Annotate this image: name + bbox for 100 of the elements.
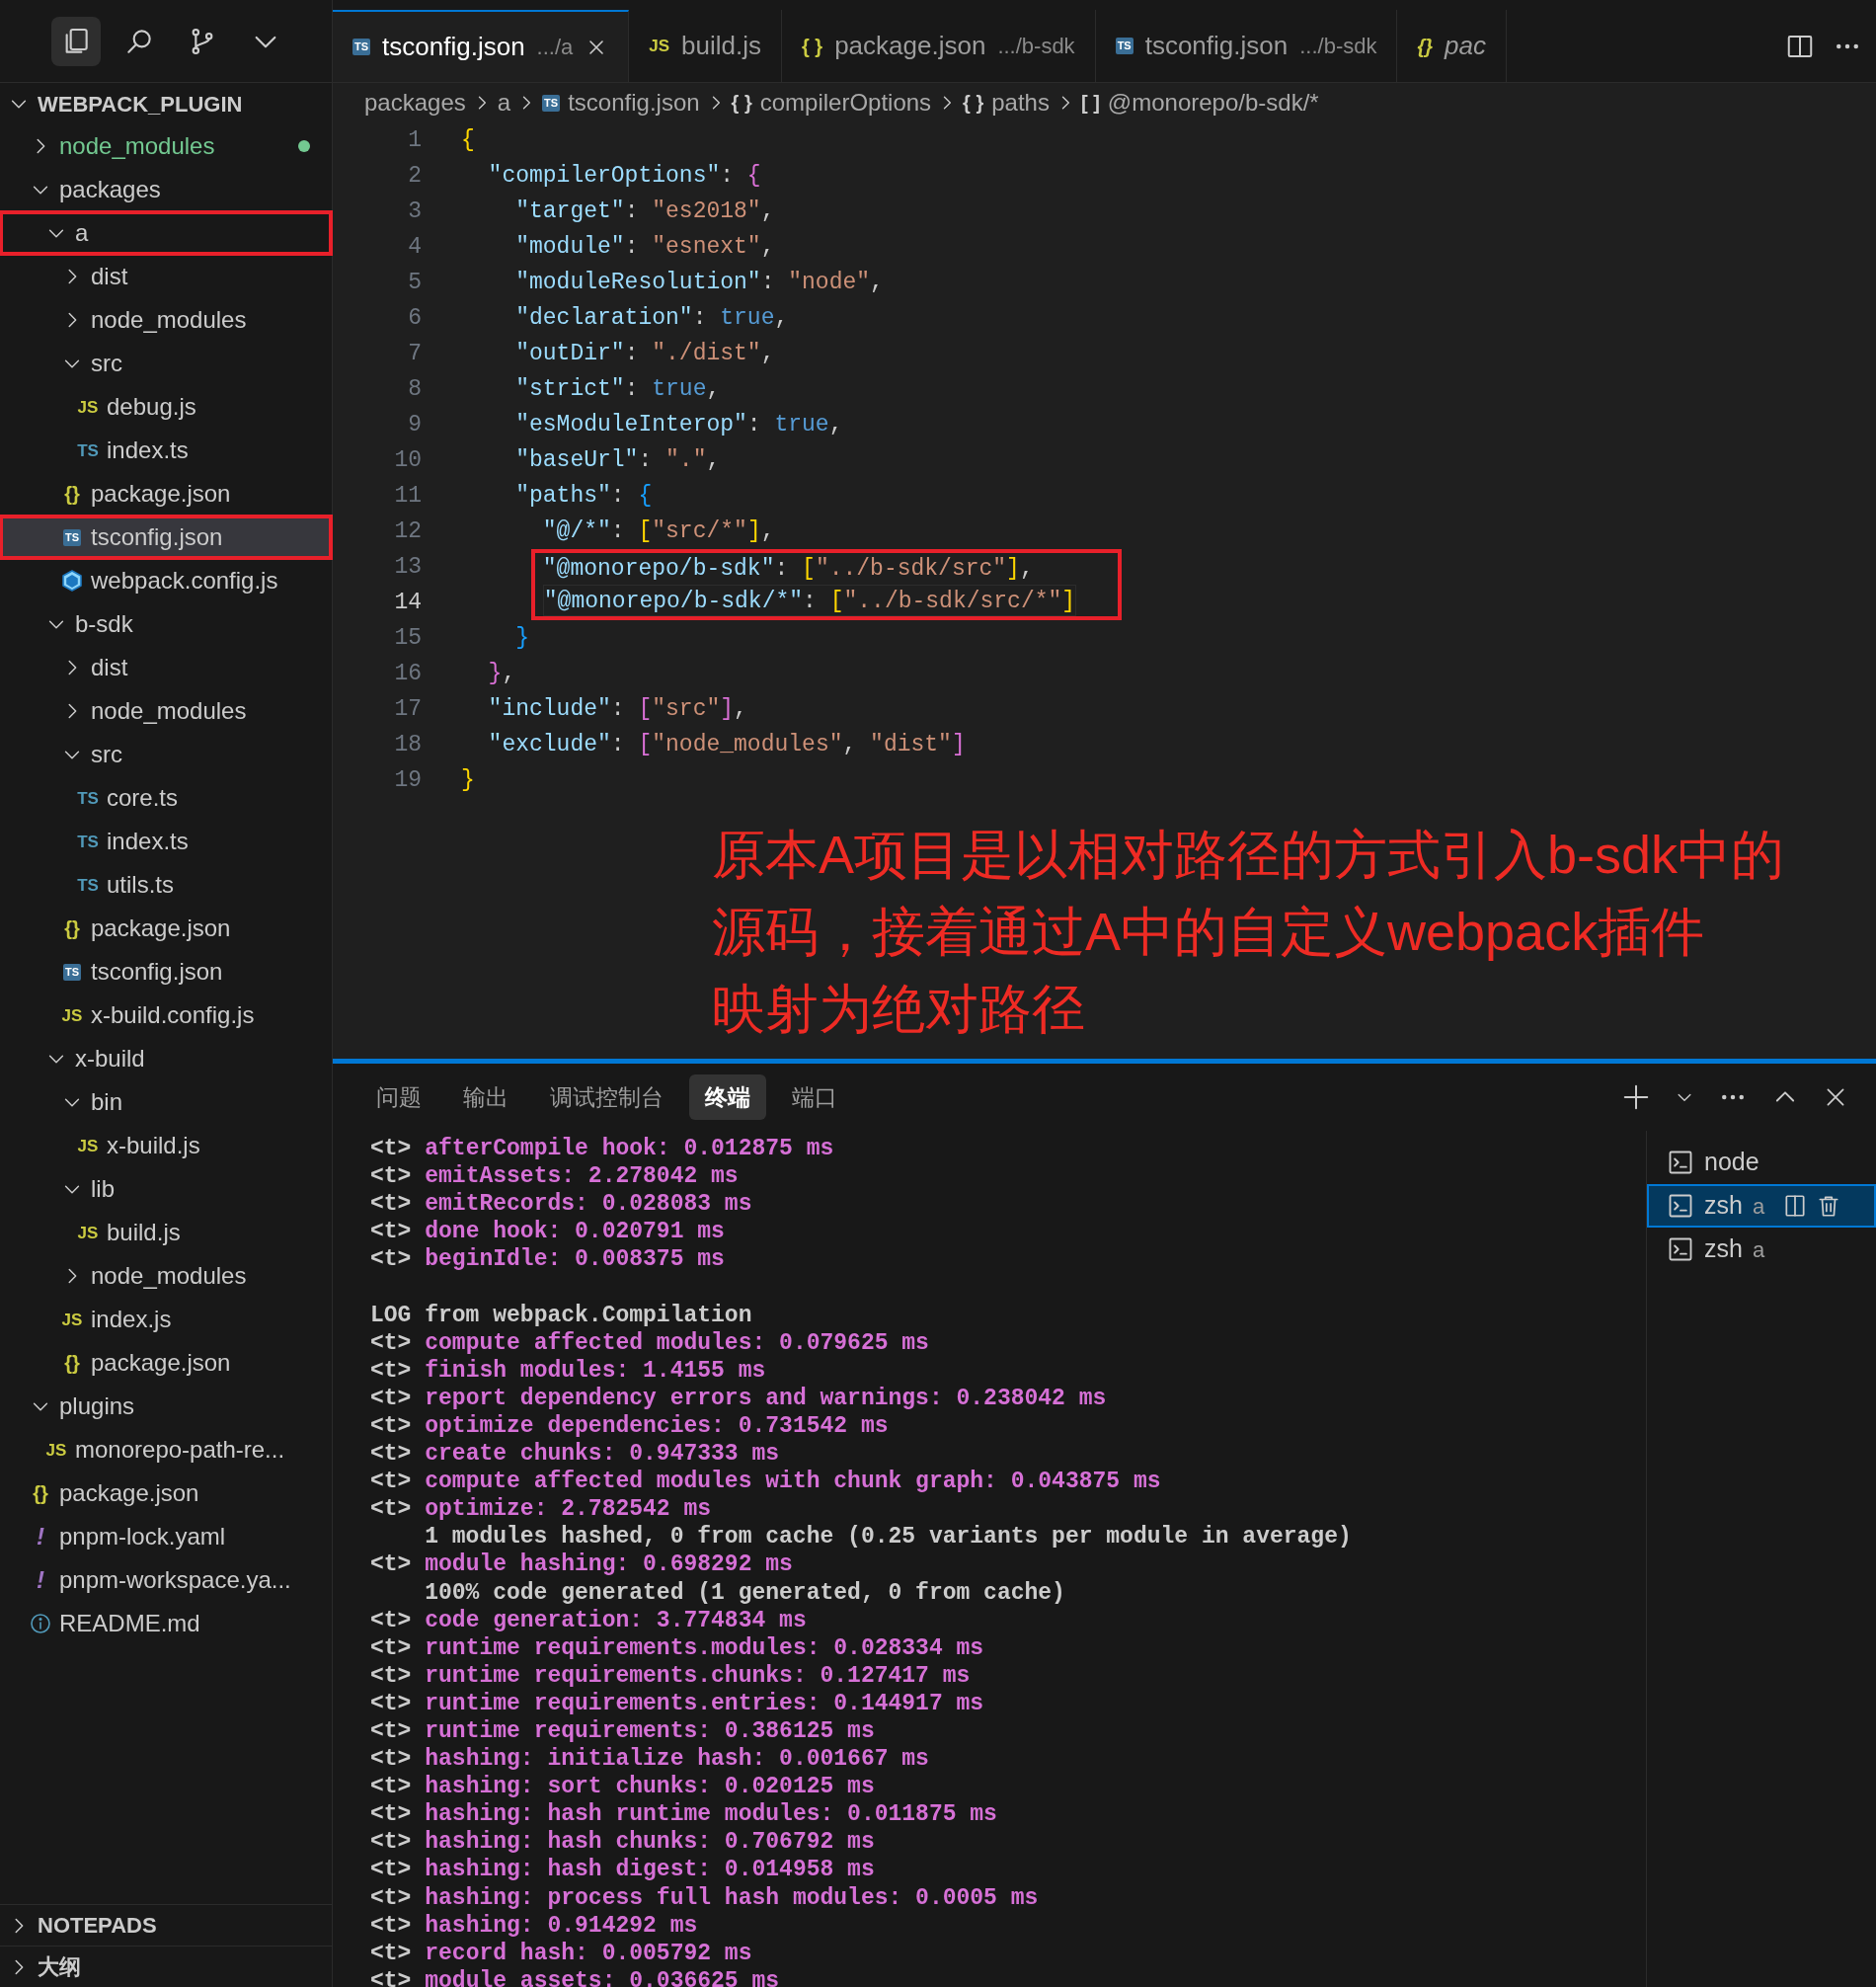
- file-item[interactable]: JS build.js: [0, 1211, 332, 1254]
- terminal-item[interactable]: zsh a: [1647, 1228, 1876, 1271]
- folder-item[interactable]: x-build: [0, 1037, 332, 1080]
- line-number: 18: [393, 731, 422, 759]
- file-item[interactable]: JS index.js: [0, 1298, 332, 1341]
- code-line: "@monorepo/b-sdk": ["../b-sdk/src"],: [542, 555, 1035, 584]
- section-header[interactable]: NOTEPADS: [0, 1904, 332, 1946]
- folder-item[interactable]: node_modules: [0, 124, 332, 168]
- file-item[interactable]: ! pnpm-lock.yaml: [0, 1515, 332, 1558]
- folder-item[interactable]: packages: [0, 168, 332, 211]
- plus-icon[interactable]: [1621, 1082, 1651, 1112]
- code-line: "outDir": "./dist",: [514, 340, 776, 368]
- editor-tab[interactable]: TS tsconfig.json .../a: [333, 10, 630, 82]
- file-type-icon: { }: [731, 93, 752, 113]
- code-line: {: [461, 126, 476, 155]
- line-number: 16: [393, 660, 422, 688]
- file-item[interactable]: TS index.ts: [0, 820, 332, 863]
- annotation-text: 原本A项目是以相对路径的方式引入b-sdk中的: [712, 824, 1786, 886]
- file-item[interactable]: README.md: [0, 1602, 332, 1645]
- code-line: "moduleResolution": "node",: [514, 269, 885, 297]
- line-number: 19: [393, 766, 422, 795]
- folder-item[interactable]: bin: [0, 1080, 332, 1124]
- terminal-line: <t> runtime requirements.modules: 0.028334 ms: [370, 1633, 985, 1662]
- file-type-icon: TS: [77, 833, 99, 850]
- file-type-icon: { }: [963, 93, 984, 113]
- terminal-line: <t> emitAssets: 2.278042 ms: [370, 1162, 740, 1191]
- line-number: 15: [393, 624, 422, 653]
- breadcrumb-item[interactable]: packages: [364, 85, 466, 120]
- editor-tab[interactable]: TS tsconfig.json .../b-sdk: [1095, 10, 1398, 82]
- file-item[interactable]: ! pnpm-workspace.ya...: [0, 1558, 332, 1602]
- file-item[interactable]: TS index.ts: [0, 429, 332, 472]
- terminal-line: <t> beginIdle: 0.008375 ms: [370, 1245, 726, 1274]
- file-type-icon: TS: [352, 39, 371, 55]
- file-type-icon: JS: [45, 1441, 67, 1459]
- breadcrumb-item[interactable]: [ ] @monorepo/b-sdk/*: [1080, 85, 1319, 120]
- folder-item[interactable]: plugins: [0, 1385, 332, 1428]
- annotation-text: 源码，接着通过A中的自定义webpack插件: [712, 901, 1706, 963]
- panel-tab[interactable]: 输出: [447, 1073, 524, 1121]
- file-item[interactable]: TS utils.ts: [0, 863, 332, 907]
- code-line: "paths": {: [514, 482, 654, 511]
- terminal-item[interactable]: node: [1647, 1141, 1876, 1184]
- file-item[interactable]: {} package.json: [0, 1341, 332, 1385]
- folder-item[interactable]: node_modules: [0, 1254, 332, 1298]
- file-type-icon: TS: [77, 789, 99, 807]
- terminal-line: <t> module assets: 0.036625 ms: [370, 1966, 781, 1987]
- file-item[interactable]: JS debug.js: [0, 385, 332, 429]
- folder-item[interactable]: b-sdk: [0, 602, 332, 646]
- explorer-header[interactable]: WEBPACK_PLUGIN: [0, 83, 332, 124]
- terminal-line: <t> create chunks: 0.947333 ms: [370, 1440, 781, 1469]
- file-item[interactable]: TS tsconfig.json: [0, 516, 332, 559]
- file-item[interactable]: webpack.config.js: [0, 559, 332, 602]
- panel-tab[interactable]: 调试控制台: [534, 1073, 679, 1121]
- editor-tab[interactable]: JS build.js: [629, 10, 782, 82]
- files-button[interactable]: [51, 16, 101, 66]
- panel-tab[interactable]: 问题: [360, 1073, 437, 1121]
- panel-tab[interactable]: 端口: [776, 1073, 853, 1121]
- code-line: "declaration": true,: [514, 304, 790, 333]
- folder-item[interactable]: node_modules: [0, 298, 332, 342]
- file-item[interactable]: {} package.json: [0, 472, 332, 516]
- line-number: 10: [393, 446, 422, 475]
- file-item[interactable]: {} package.json: [0, 1471, 332, 1515]
- terminal-item[interactable]: zsh a: [1647, 1184, 1876, 1228]
- file-item[interactable]: JS x-build.config.js: [0, 994, 332, 1037]
- file-item[interactable]: JS monorepo-path-re...: [0, 1428, 332, 1471]
- line-number: 13: [393, 553, 422, 582]
- folder-item[interactable]: src: [0, 342, 332, 385]
- section-header[interactable]: 大纲: [0, 1946, 332, 1987]
- file-type-icon: JS: [77, 1137, 99, 1154]
- cube-icon: [60, 569, 84, 593]
- breadcrumb-item[interactable]: { } compilerOptions: [731, 85, 932, 120]
- editor-tab[interactable]: { } package.json .../b-sdk: [782, 10, 1096, 82]
- code-line: "strict": true,: [514, 375, 722, 404]
- editor-tab[interactable]: {} pac: [1397, 10, 1507, 82]
- line-number: 14: [393, 589, 422, 617]
- file-item[interactable]: TS tsconfig.json: [0, 950, 332, 994]
- folder-item[interactable]: dist: [0, 255, 332, 298]
- terminal-line: <t> done hook: 0.020791 ms: [370, 1218, 726, 1246]
- status-dot: [298, 140, 310, 152]
- breadcrumb-item[interactable]: { } paths: [963, 85, 1050, 120]
- terminal-line: <t> hashing: process full hash modules: 0.0005 ms: [370, 1883, 1040, 1912]
- folder-item[interactable]: dist: [0, 646, 332, 689]
- line-number: 11: [393, 482, 422, 511]
- line-number: 4: [407, 233, 422, 262]
- breadcrumb-item[interactable]: TS tsconfig.json: [542, 85, 700, 120]
- folder-item[interactable]: node_modules: [0, 689, 332, 733]
- file-type-icon: JS: [77, 1224, 99, 1241]
- terminal-icon: [1667, 1149, 1694, 1176]
- file-type-icon: TS: [62, 963, 82, 981]
- terminal-line: <t> compute affected modules with chunk graph: 0.043875 ms: [370, 1468, 1162, 1496]
- folder-item[interactable]: lib: [0, 1167, 332, 1211]
- code-line: "@/*": ["src/*"],: [541, 517, 776, 546]
- panel-tab[interactable]: 终端: [689, 1073, 766, 1121]
- file-item[interactable]: JS x-build.js: [0, 1124, 332, 1167]
- terminal-line: <t> afterCompile hook: 0.012875 ms: [370, 1135, 835, 1163]
- file-item[interactable]: {} package.json: [0, 907, 332, 950]
- folder-item[interactable]: a: [0, 211, 332, 255]
- breadcrumb-item[interactable]: a: [497, 85, 511, 120]
- file-item[interactable]: TS core.ts: [0, 776, 332, 820]
- code-line: "target": "es2018",: [514, 198, 776, 226]
- folder-item[interactable]: src: [0, 733, 332, 776]
